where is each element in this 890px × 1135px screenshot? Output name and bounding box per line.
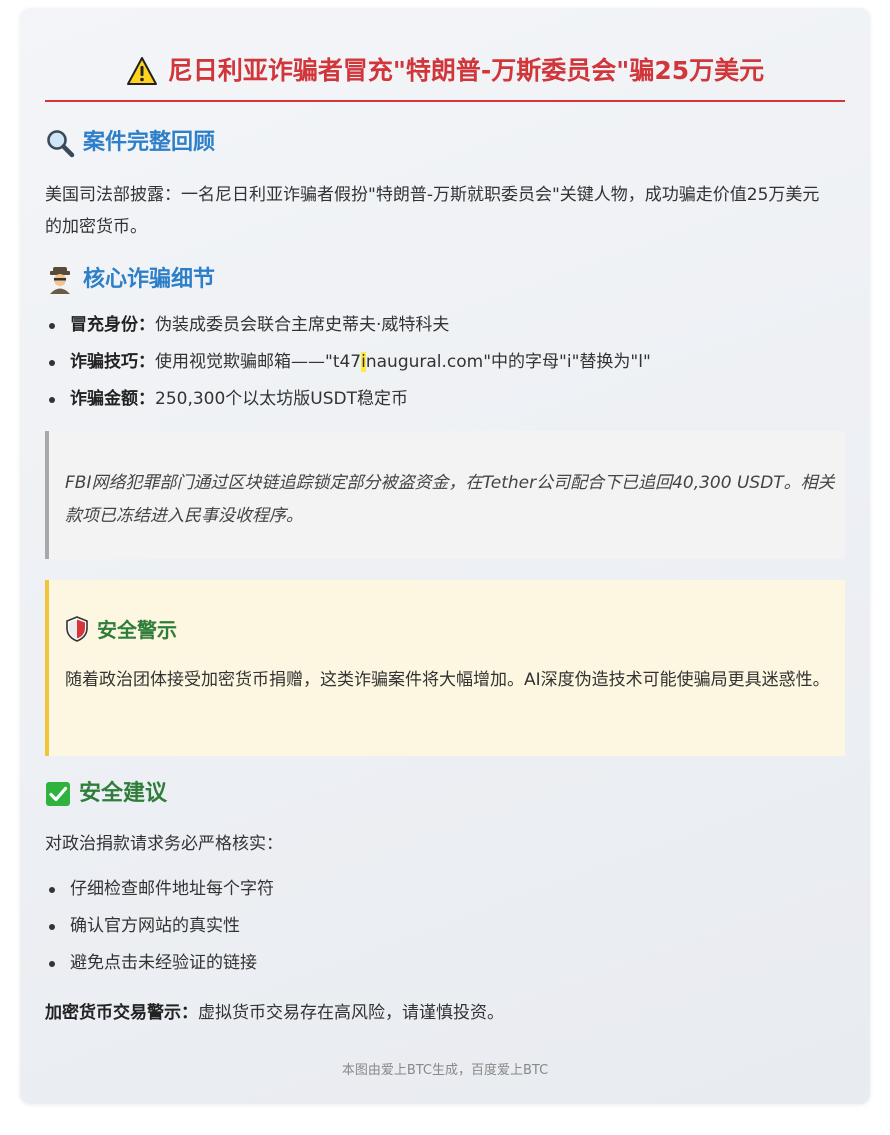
title-bar: 尼日利亚诈骗者冒充"特朗普-万斯委员会"骗25万美元 — [45, 48, 845, 102]
magnifier-icon — [47, 130, 75, 158]
risk-warning: 加密货币交易警示：虚拟货币交易存在高风险，请谨慎投资。 — [45, 997, 835, 1029]
item-text-after: naugural.com"中的字母"i"替换为"l" — [365, 352, 651, 372]
item-label: 诈骗金额： — [70, 389, 155, 409]
review-heading: 案件完整回顾 — [45, 128, 215, 158]
details-heading-text: 核心诈骗细节 — [83, 267, 216, 292]
advice-heading-text: 安全建议 — [79, 781, 168, 806]
page-title-text: 尼日利亚诈骗者冒充"特朗普-万斯委员会"骗25万美元 — [167, 56, 765, 85]
article-card: 尼日利亚诈骗者冒充"特朗普-万斯委员会"骗25万美元 案件完整回顾 美国司法部披… — [20, 8, 870, 1104]
alert-text: 随着政治团体接受加密货币捐赠，这类诈骗案件将大幅增加。AI深度伪造技术可能使骗局… — [65, 670, 830, 690]
list-item: 诈骗技巧：使用视觉欺骗邮箱——"t47inaugural.com"中的字母"i"… — [45, 344, 835, 381]
list-item: 冒充身份：伪装成委员会联合主席史蒂夫·威特科夫 — [45, 307, 835, 344]
review-text: 美国司法部披露：一名尼日利亚诈骗者假扮"特朗普-万斯就职委员会"关键人物，成功骗… — [45, 185, 820, 237]
security-alert: 安全警示 随着政治团体接受加密货币捐赠，这类诈骗案件将大幅增加。AI深度伪造技术… — [45, 580, 845, 756]
detective-icon — [50, 267, 70, 294]
list-item: 诈骗金额：250,300个以太坊版USDT稳定币 — [45, 381, 835, 418]
page-title: 尼日利亚诈骗者冒充"特朗普-万斯委员会"骗25万美元 — [126, 48, 764, 94]
item-label: 诈骗技巧： — [70, 352, 155, 372]
footer-credit: 本图由爱上BTC生成，百度爱上BTC — [341, 1063, 549, 1078]
item-label: 冒充身份： — [70, 315, 155, 335]
details-heading: 核心诈骗细节 — [45, 265, 215, 295]
risk-label: 加密货币交易警示： — [45, 1003, 198, 1023]
fbi-quote: FBI网络犯罪部门通过区块链追踪锁定部分被盗资金，在Tether公司配合下已追回… — [45, 431, 845, 559]
list-item: 仔细检查邮件地址每个字符 — [45, 871, 835, 908]
advice-list: 仔细检查邮件地址每个字符 确认官方网站的真实性 避免点击未经验证的链接 — [45, 871, 835, 982]
alert-heading: 安全警示 — [65, 614, 177, 643]
item-text: 250,300个以太坊版USDT稳定币 — [155, 389, 409, 409]
alert-heading-text: 安全警示 — [97, 618, 177, 642]
item-text: 伪装成委员会联合主席史蒂夫·威特科夫 — [155, 315, 450, 335]
shield-icon — [66, 615, 88, 642]
list-item: 避免点击未经验证的链接 — [45, 945, 835, 982]
check-icon — [46, 782, 70, 806]
warning-icon — [126, 57, 157, 85]
quote-text: FBI网络犯罪部门通过区块链追踪锁定部分被盗资金，在Tether公司配合下已追回… — [65, 473, 835, 526]
review-heading-text: 案件完整回顾 — [83, 130, 216, 155]
list-item: 确认官方网站的真实性 — [45, 908, 835, 945]
item-text-before: 使用视觉欺骗邮箱——"t47 — [155, 352, 362, 372]
risk-text: 虚拟货币交易存在高风险，请谨慎投资。 — [198, 1003, 504, 1023]
details-list: 冒充身份：伪装成委员会联合主席史蒂夫·威特科夫 诈骗技巧：使用视觉欺骗邮箱——"… — [45, 307, 835, 418]
advice-heading: 安全建议 — [45, 779, 167, 809]
advice-intro: 对政治捐款请求务必严格核实： — [45, 834, 283, 854]
